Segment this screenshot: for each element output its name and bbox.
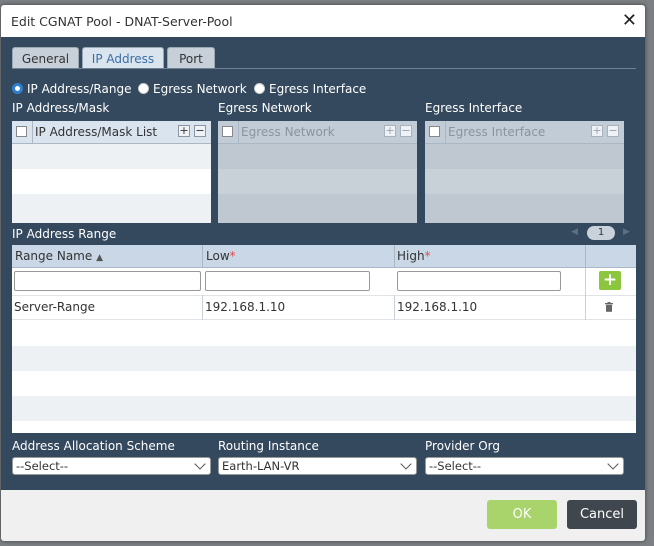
radio-unselected-icon [254, 83, 265, 94]
add-icon: + [384, 124, 396, 137]
select-value: --Select-- [429, 459, 482, 473]
cancel-button[interactable]: Cancel [567, 500, 637, 529]
radio-label: Egress Interface [269, 82, 367, 96]
ip-address-mask-section-label: IP Address/Mask [12, 101, 110, 115]
edit-cgnat-pool-dialog: Edit CGNAT Pool - DNAT-Server-Pool ✕ Gen… [1, 5, 645, 541]
tab-port[interactable]: Port [167, 47, 215, 69]
sort-icon[interactable]: ▲ [96, 253, 103, 263]
ip-address-mask-list-header: IP Address/Mask List [35, 125, 158, 139]
grid-header: Range Name ▲ Low* High* [12, 245, 636, 268]
remove-icon[interactable]: − [194, 125, 206, 137]
column-separator [585, 245, 586, 267]
ok-button[interactable]: OK [487, 500, 557, 529]
egress-network-header: Egress Network [241, 125, 335, 139]
column-header-high: High* [397, 245, 431, 267]
range-name-input[interactable] [14, 271, 201, 291]
high-address-input[interactable] [397, 271, 561, 291]
tab-general[interactable]: General [12, 47, 79, 69]
panel-header: Egress Interface + − [425, 121, 624, 144]
column-label: High [397, 249, 425, 263]
dialog-title: Edit CGNAT Pool - DNAT-Server-Pool [11, 14, 233, 29]
remove-icon: − [607, 124, 619, 137]
radio-egress-interface[interactable]: Egress Interface [254, 82, 366, 96]
select-all-checkbox [222, 126, 233, 137]
table-row[interactable]: Server-Range 192.168.1.10 192.168.1.10 [12, 295, 636, 320]
ip-address-mask-panel: IP Address/Mask List + − [12, 121, 211, 223]
range-name-cell: Server-Range [14, 300, 95, 314]
radio-ip-address-range[interactable]: IP Address/Range [12, 82, 131, 96]
column-label: Range Name [15, 249, 93, 263]
tab-divider [12, 68, 636, 69]
panel-header: Egress Network + − [218, 121, 417, 144]
radio-egress-network[interactable]: Egress Network [138, 82, 247, 96]
high-cell: 192.168.1.10 [397, 300, 478, 314]
dialog-footer: OK Cancel [1, 490, 645, 541]
empty-row [218, 194, 417, 223]
remove-icon: − [400, 124, 412, 137]
empty-row [12, 396, 636, 421]
header-separator [32, 121, 33, 143]
select-value: Earth-LAN-VR [222, 459, 300, 473]
low-cell: 192.168.1.10 [205, 300, 286, 314]
chevron-down-icon [607, 458, 619, 470]
column-separator [394, 295, 395, 320]
allocation-scheme-label: Address Allocation Scheme [12, 439, 175, 453]
radio-selected-icon [12, 83, 23, 94]
allocation-scheme-select[interactable]: --Select-- [12, 457, 211, 475]
select-all-checkbox[interactable] [16, 126, 27, 137]
dialog-titlebar: Edit CGNAT Pool - DNAT-Server-Pool ✕ [1, 5, 645, 37]
routing-instance-select[interactable]: Earth-LAN-VR [218, 457, 417, 475]
egress-network-panel: Egress Network + − [218, 121, 417, 223]
empty-row [218, 144, 417, 169]
empty-row [12, 346, 636, 371]
ip-address-range-grid: Range Name ▲ Low* High* + Server-Range 1… [12, 245, 636, 433]
select-value: --Select-- [16, 459, 69, 473]
column-separator [394, 245, 395, 267]
header-separator [238, 121, 239, 143]
empty-row [12, 144, 211, 169]
egress-interface-panel: Egress Interface + − [425, 121, 624, 223]
column-separator [585, 268, 586, 320]
tab-ip-address[interactable]: IP Address [82, 47, 164, 69]
low-address-input[interactable] [205, 271, 370, 291]
add-icon[interactable]: + [178, 125, 190, 137]
add-icon: + [591, 124, 603, 137]
radio-label: Egress Network [153, 82, 247, 96]
panel-header: IP Address/Mask List + − [12, 121, 211, 144]
egress-network-section-label: Egress Network [218, 101, 312, 115]
required-marker: * [229, 249, 236, 263]
egress-interface-section-label: Egress Interface [425, 101, 523, 115]
next-page-icon[interactable]: ▶ [623, 227, 630, 237]
provider-org-select[interactable]: --Select-- [425, 457, 624, 475]
prev-page-icon[interactable]: ◀ [571, 227, 578, 237]
radio-label: IP Address/Range [27, 82, 132, 96]
empty-row [12, 194, 211, 223]
trash-icon[interactable] [605, 302, 613, 312]
chevron-down-icon [400, 458, 412, 470]
column-header-range-name[interactable]: Range Name ▲ [15, 245, 103, 267]
ip-address-range-section-label: IP Address Range [12, 227, 117, 241]
required-marker: * [424, 249, 431, 263]
egress-interface-header: Egress Interface [448, 125, 546, 139]
column-separator [202, 245, 203, 267]
column-separator [202, 295, 203, 320]
new-range-input-row: + [12, 268, 636, 295]
chevron-down-icon [194, 458, 206, 470]
add-range-button[interactable]: + [599, 271, 621, 290]
routing-instance-label: Routing Instance [218, 439, 319, 453]
column-label: Low [206, 249, 230, 263]
radio-unselected-icon [138, 83, 149, 94]
empty-row [425, 194, 624, 223]
select-all-checkbox [429, 126, 440, 137]
close-icon[interactable]: ✕ [622, 10, 637, 31]
column-header-low: Low* [206, 245, 236, 267]
empty-row [425, 144, 624, 169]
page-number[interactable]: 1 [587, 226, 615, 240]
header-separator [445, 121, 446, 143]
provider-org-label: Provider Org [425, 439, 501, 453]
